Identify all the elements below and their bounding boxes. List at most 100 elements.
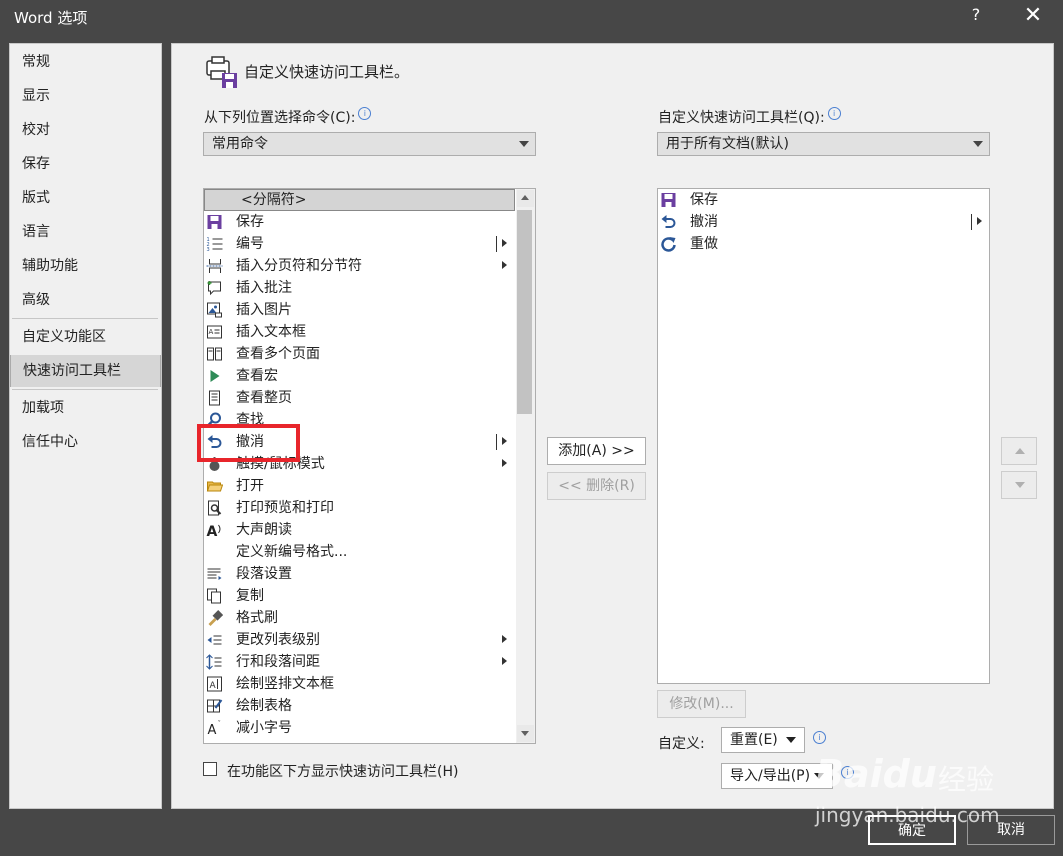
list-item-label: 打开 <box>236 478 264 494</box>
toolbar-item-save[interactable]: 保存 <box>658 189 989 211</box>
list-item-format-painter[interactable]: 格式刷 <box>204 607 515 629</box>
chevron-down-icon <box>973 141 983 147</box>
list-item-label: 减小字号 <box>236 720 292 736</box>
toolbar-list[interactable]: 保存 撤消 重做 <box>657 188 990 684</box>
nav-item-layout[interactable]: 版式 <box>10 182 161 214</box>
nav-item-language[interactable]: 语言 <box>10 216 161 248</box>
commands-list[interactable]: <分隔符> 保存 123 编号 插入分页符和分节符 插入批注 插入图片 A 插入… <box>203 188 536 744</box>
move-up-button[interactable] <box>1001 437 1037 465</box>
info-icon: i <box>358 107 372 121</box>
show-below-ribbon-checkbox[interactable] <box>203 762 217 776</box>
list-item-save[interactable]: 保存 <box>204 211 515 233</box>
save-icon <box>661 193 676 207</box>
list-item-vertical-textbox[interactable]: A 绘制竖排文本框 <box>204 673 515 695</box>
list-item-label: 插入批注 <box>236 280 292 296</box>
svg-text:A: A <box>210 681 217 691</box>
nav-item-save[interactable]: 保存 <box>10 148 161 180</box>
chevron-down-icon <box>1015 482 1025 488</box>
list-item-view-macros[interactable]: 查看宏 <box>204 365 515 387</box>
watermark-brand: Baidu <box>815 752 937 796</box>
watermark-brand-cn: 经验 <box>938 763 995 796</box>
nav-item-advanced[interactable]: 高级 <box>10 284 161 316</box>
undo-icon <box>661 215 676 228</box>
nav-item-customize-ribbon[interactable]: 自定义功能区 <box>10 321 161 353</box>
draw-table-icon <box>207 699 223 713</box>
nav-divider <box>12 389 158 390</box>
list-item-numbering[interactable]: 123 编号 <box>204 233 515 255</box>
nav-item-general[interactable]: 常规 <box>10 46 161 78</box>
title-bar: Word 选项 ? ✕ <box>0 0 1063 34</box>
comment-icon <box>207 281 221 296</box>
list-item-multiple-pages[interactable]: 查看多个页面 <box>204 343 515 365</box>
move-down-button[interactable] <box>1001 471 1037 499</box>
list-item-label: 格式刷 <box>236 610 278 626</box>
choose-commands-select[interactable]: 常用命令 <box>203 132 536 156</box>
list-item-insert-comment[interactable]: 插入批注 <box>204 277 515 299</box>
toolbar-item-label: 重做 <box>690 236 718 252</box>
nav-item-accessibility[interactable]: 辅助功能 <box>10 250 161 282</box>
svg-text:A: A <box>209 328 214 336</box>
list-item-insert-break[interactable]: 插入分页符和分节符 <box>204 255 515 277</box>
remove-button[interactable]: << 删除(R) <box>547 472 646 500</box>
redo-icon <box>661 237 676 252</box>
nav-item-addins[interactable]: 加载项 <box>10 392 161 424</box>
list-item-label: 查看宏 <box>236 368 278 384</box>
chevron-up-icon <box>1015 448 1025 454</box>
close-button[interactable]: ✕ <box>1020 2 1046 30</box>
choose-commands-value: 常用命令 <box>212 136 268 152</box>
chevron-down-icon <box>521 731 529 736</box>
split-divider <box>496 434 497 450</box>
list-item-label: 大声朗读 <box>236 522 292 538</box>
toolbar-item-label: 保存 <box>690 192 718 208</box>
list-item-decrease-font[interactable]: Aˇ 减小字号 <box>204 717 515 739</box>
reset-button[interactable]: 重置(E) <box>721 727 805 753</box>
modify-button[interactable]: 修改(M)... <box>657 690 746 718</box>
nav-item-quick-access-toolbar[interactable]: 快速访问工具栏 <box>10 355 161 387</box>
list-item-full-page[interactable]: 查看整页 <box>204 387 515 409</box>
list-item-label: 插入文本框 <box>236 324 306 340</box>
svg-text:A: A <box>207 524 218 538</box>
scroll-down-button[interactable] <box>517 725 534 742</box>
list-item-label: 行和段落间距 <box>236 654 320 670</box>
list-item-label: 绘制竖排文本框 <box>236 676 334 692</box>
nav-item-proofing[interactable]: 校对 <box>10 114 161 146</box>
commands-scrollbar[interactable] <box>516 189 535 743</box>
split-divider <box>971 214 972 230</box>
list-item-line-spacing[interactable]: 行和段落间距 <box>204 651 515 673</box>
chevron-down-icon <box>519 141 529 147</box>
list-item-separator[interactable]: <分隔符> <box>204 189 515 211</box>
toolbar-item-undo[interactable]: 撤消 <box>658 211 989 233</box>
macro-icon <box>210 370 220 382</box>
svg-text:ˇ: ˇ <box>218 720 222 728</box>
help-button[interactable]: ? <box>966 5 986 27</box>
scroll-up-button[interactable] <box>517 190 534 207</box>
picture-icon <box>207 302 222 318</box>
nav-item-trust-center[interactable]: 信任中心 <box>10 426 161 458</box>
list-item-label: 段落设置 <box>236 566 292 582</box>
list-item-copy[interactable]: 复制 <box>204 585 515 607</box>
split-divider <box>496 236 497 252</box>
toolbar-scope-select[interactable]: 用于所有文档(默认) <box>657 132 990 156</box>
window-title: Word 选项 <box>14 9 88 27</box>
scrollbar-thumb[interactable] <box>517 210 532 414</box>
format-painter-icon <box>208 610 223 626</box>
nav-item-display[interactable]: 显示 <box>10 80 161 112</box>
list-item-insert-picture[interactable]: 插入图片 <box>204 299 515 321</box>
toolbar-item-redo[interactable]: 重做 <box>658 233 989 255</box>
list-item-paragraph-settings[interactable]: 段落设置 <box>204 563 515 585</box>
import-export-label: 导入/导出(P) <box>730 768 811 784</box>
list-item-label: 打印预览和打印 <box>236 500 334 516</box>
list-item-change-list-level[interactable]: 更改列表级别 <box>204 629 515 651</box>
choose-commands-label-text: 从下列位置选择命令(C): <box>204 110 356 126</box>
list-item-draw-table[interactable]: 绘制表格 <box>204 695 515 717</box>
list-item-insert-textbox[interactable]: A 插入文本框 <box>204 321 515 343</box>
list-item-print-preview[interactable]: 打印预览和打印 <box>204 497 515 519</box>
list-item-define-numbering[interactable]: 定义新编号格式... <box>204 541 515 563</box>
page-title: 自定义快速访问工具栏。 <box>244 63 410 81</box>
list-item-label: 复制 <box>236 588 264 604</box>
list-item-label: 查看多个页面 <box>236 346 320 362</box>
list-item-open[interactable]: 打开 <box>204 475 515 497</box>
list-item-read-aloud[interactable]: A 大声朗读 <box>204 519 515 541</box>
add-button[interactable]: 添加(A) >> <box>547 437 646 465</box>
print-preview-icon <box>208 500 222 516</box>
